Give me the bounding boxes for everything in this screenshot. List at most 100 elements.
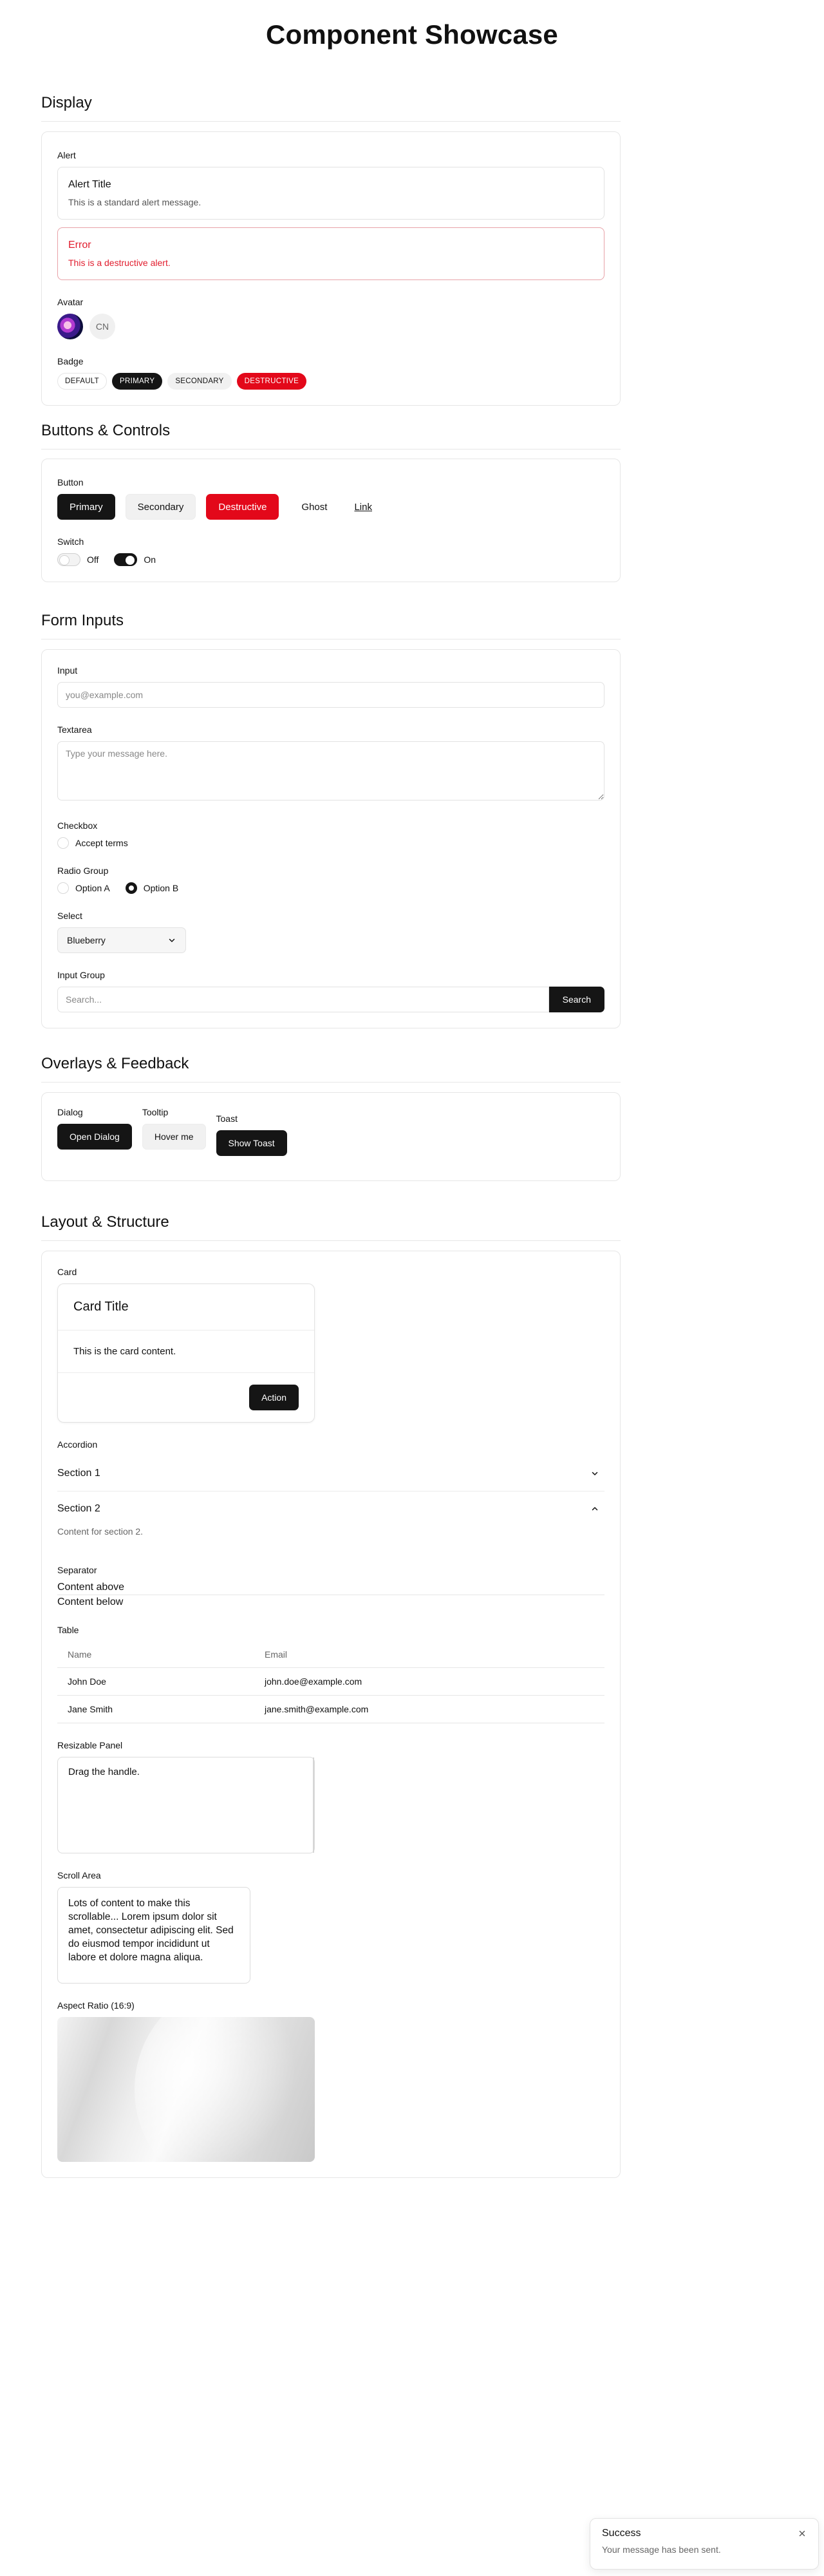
table-label: Table	[57, 1625, 79, 1635]
table-cell-name: John Doe	[57, 1667, 254, 1696]
button-block: Button Primary Secondary Destructive Gho…	[57, 477, 604, 520]
table-row: John Doe john.doe@example.com	[57, 1667, 604, 1696]
close-icon[interactable]	[795, 2526, 809, 2541]
checkbox-label: Checkbox	[57, 820, 98, 831]
alert-destructive-title: Error	[68, 240, 91, 251]
radio-option-b[interactable]	[125, 882, 137, 894]
alert-title: Alert Title	[68, 179, 111, 190]
separator-content-below: Content below	[57, 1596, 124, 1607]
ghost-button[interactable]: Ghost	[289, 494, 339, 520]
table-row: Jane Smith jane.smith@example.com	[57, 1695, 604, 1723]
destructive-button[interactable]: Destructive	[206, 494, 279, 520]
badge-default: DEFAULT	[57, 373, 108, 390]
table-header-name: Name	[57, 1642, 254, 1668]
hover-me-button[interactable]: Hover me	[142, 1124, 206, 1150]
accordion-trigger-2[interactable]: Section 2	[57, 1492, 604, 1526]
badge-primary: PRIMARY	[112, 373, 163, 390]
dialog-label: Dialog	[57, 1107, 83, 1117]
chevron-up-icon	[590, 1504, 599, 1513]
scroll-area[interactable]: Lots of content to make this scrollable.…	[57, 1887, 250, 1984]
section-title-overlays: Overlays & Feedback	[41, 1055, 621, 1083]
avatar-label: Avatar	[57, 297, 84, 307]
badge-secondary: SECONDARY	[167, 373, 232, 390]
avatar-fallback: CN	[89, 314, 115, 339]
toast-notification: Success Your message has been sent.	[590, 2518, 819, 2570]
secondary-button[interactable]: Secondary	[125, 494, 196, 520]
switch-block: Switch Off On	[57, 536, 604, 566]
radio-option-b-label: Option B	[143, 883, 179, 893]
open-dialog-button[interactable]: Open Dialog	[57, 1124, 132, 1150]
card: Card Title This is the card content. Act…	[57, 1283, 315, 1423]
resizable-block: Resizable Panel Drag the handle.	[57, 1740, 604, 1853]
tooltip-block: Tooltip Hover me	[142, 1107, 206, 1150]
card-content: This is the card content.	[58, 1331, 314, 1373]
table-header-row: Name Email	[57, 1642, 604, 1668]
dialog-block: Dialog Open Dialog	[57, 1107, 132, 1150]
alert-description: This is a standard alert message.	[68, 197, 201, 207]
input-block: Input	[57, 665, 604, 708]
resizable-panel: Drag the handle.	[57, 1757, 315, 1853]
toast-description: Your message has been sent.	[602, 2544, 721, 2555]
alert: Alert Title This is a standard alert mes…	[57, 167, 604, 220]
aspect-ratio-image	[57, 2017, 315, 2162]
overlays-panel: Dialog Open Dialog Tooltip Hover me Toas…	[41, 1092, 621, 1181]
toast-label: Toast	[216, 1113, 238, 1124]
accordion-title-2: Section 2	[57, 1503, 100, 1514]
link-button[interactable]: Link	[350, 494, 377, 520]
badge-block: Badge DEFAULT PRIMARY SECONDARY DESTRUCT…	[57, 356, 604, 390]
select-label: Select	[57, 911, 82, 921]
layout-panel: Card Card Title This is the card content…	[41, 1251, 621, 2178]
toast-block: Toast Show Toast	[216, 1113, 287, 1156]
email-input[interactable]	[57, 682, 604, 708]
button-label: Button	[57, 477, 84, 488]
data-table: Name Email John Doe john.doe@example.com…	[57, 1642, 604, 1723]
section-title-form-inputs: Form Inputs	[41, 612, 621, 639]
chevron-down-icon	[167, 936, 176, 945]
toast-title: Success	[602, 2528, 641, 2539]
table-cell-email: john.doe@example.com	[254, 1667, 604, 1696]
accordion-block: Accordion Section 1 Section 2 Content fo…	[57, 1439, 604, 1548]
resizable-panel-text: Drag the handle.	[68, 1766, 140, 1777]
separator-block: Separator Content above Content below	[57, 1565, 604, 1608]
checkbox-block: Checkbox Accept terms	[57, 820, 604, 849]
badge-label: Badge	[57, 356, 84, 366]
switch-off-toggle[interactable]	[57, 553, 80, 566]
select-value: Blueberry	[67, 935, 106, 945]
fruit-select[interactable]: Blueberry	[57, 927, 186, 953]
avatar-image	[57, 314, 83, 339]
separator-content-above: Content above	[57, 1582, 125, 1593]
tooltip-label: Tooltip	[142, 1107, 169, 1117]
search-input[interactable]	[57, 987, 549, 1012]
search-button[interactable]: Search	[548, 987, 604, 1012]
aspect-ratio-block: Aspect Ratio (16:9)	[57, 2000, 604, 2162]
controls-panel: Button Primary Secondary Destructive Gho…	[41, 459, 621, 582]
scroll-area-label: Scroll Area	[57, 1870, 101, 1880]
alert-label: Alert	[57, 150, 76, 160]
card-block: Card Card Title This is the card content…	[57, 1267, 604, 1423]
table-block: Table Name Email John Doe john.doe@examp…	[57, 1625, 604, 1723]
radio-block: Radio Group Option A Option B	[57, 866, 604, 894]
accordion-title-1: Section 1	[57, 1468, 100, 1479]
input-label: Input	[57, 665, 78, 676]
message-textarea[interactable]	[57, 741, 604, 800]
form-panel: Input Textarea Checkbox Accept terms Rad…	[41, 649, 621, 1028]
select-block: Select Blueberry	[57, 911, 604, 953]
accordion-item-1: Section 1	[57, 1456, 604, 1492]
accept-terms-checkbox[interactable]	[57, 837, 69, 849]
card-action-button[interactable]: Action	[249, 1385, 299, 1410]
primary-button[interactable]: Primary	[57, 494, 115, 520]
alert-destructive-description: This is a destructive alert.	[68, 258, 171, 268]
aspect-ratio-label: Aspect Ratio (16:9)	[57, 2000, 135, 2011]
chevron-down-icon	[590, 1469, 599, 1478]
show-toast-button[interactable]: Show Toast	[216, 1130, 287, 1156]
resize-handle[interactable]	[313, 1757, 314, 1853]
switch-off-label: Off	[87, 554, 99, 565]
accordion-trigger-1[interactable]: Section 1	[57, 1456, 604, 1491]
radio-group-label: Radio Group	[57, 866, 109, 876]
alert-block: Alert Alert Title This is a standard ale…	[57, 150, 604, 280]
switch-on-toggle[interactable]	[114, 553, 138, 566]
table-header-email: Email	[254, 1642, 604, 1668]
radio-option-a[interactable]	[57, 882, 69, 894]
alert-destructive: Error This is a destructive alert.	[57, 227, 604, 280]
avatar-block: Avatar CN	[57, 297, 604, 339]
